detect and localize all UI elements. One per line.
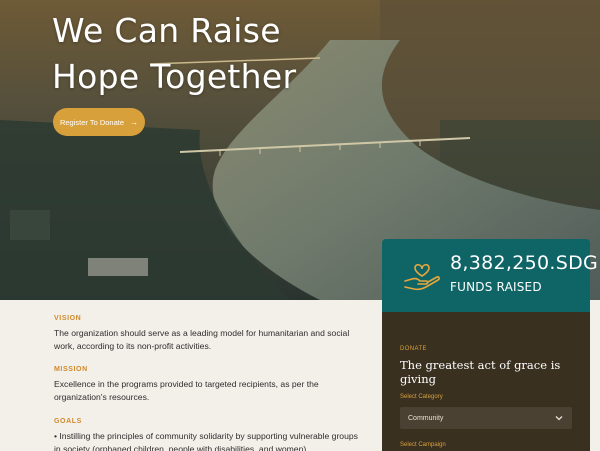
category-select[interactable]: Community bbox=[400, 407, 572, 429]
vision-label: VISION bbox=[54, 315, 82, 322]
category-label: Select Category bbox=[400, 394, 443, 400]
donate-form: DONATE The greatest act of grace is givi… bbox=[382, 312, 590, 451]
donate-eyebrow: DONATE bbox=[400, 346, 427, 352]
category-value: Community bbox=[408, 414, 444, 422]
register-button-label: Register To Donate bbox=[59, 117, 125, 127]
mission-label: MISSION bbox=[54, 366, 88, 373]
arrow-right-icon: → bbox=[130, 117, 139, 127]
chevron-down-icon bbox=[555, 416, 563, 421]
funds-label: FUNDS RAISED bbox=[450, 280, 542, 294]
mission-text: Excellence in the programs provided to t… bbox=[54, 379, 319, 402]
funds-raised-card: 8,382,250.SDG FUNDS RAISED bbox=[382, 239, 598, 312]
donate-title: The greatest act of grace is giving bbox=[400, 358, 561, 386]
campaign-label: Select Campaign bbox=[400, 442, 446, 448]
register-to-donate-button[interactable]: Register To Donate → bbox=[53, 108, 145, 136]
funds-amount: 8,382,250.SDG bbox=[450, 252, 599, 274]
hero-title: We Can Raise Hope Together bbox=[52, 11, 297, 96]
heart-hand-icon bbox=[404, 263, 440, 291]
goals-label: GOALS bbox=[54, 418, 82, 425]
goals-text: • Instilling the principles of community… bbox=[54, 431, 358, 451]
vision-text: The organization should serve as a leadi… bbox=[54, 328, 350, 351]
